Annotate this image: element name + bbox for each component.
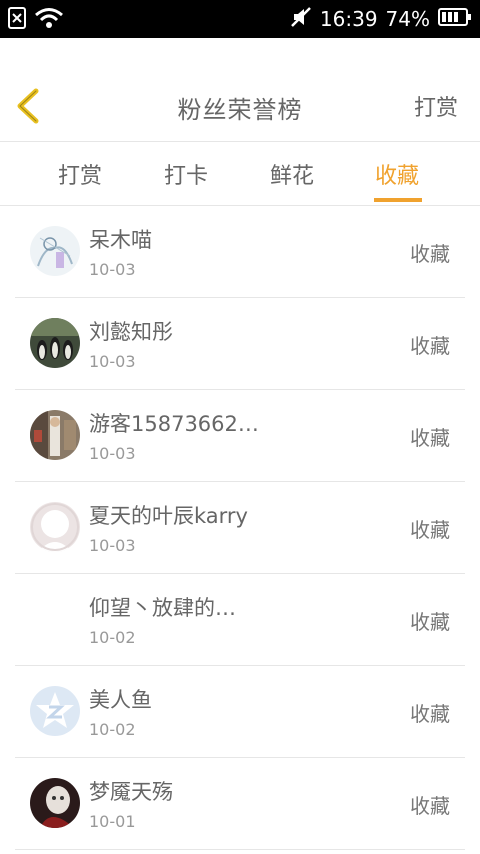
tab-checkin[interactable]: 打卡 <box>164 158 208 190</box>
favorite-label: 收藏 <box>410 610 450 634</box>
tab-favorites[interactable]: 收藏 <box>375 158 419 190</box>
wifi-icon <box>34 7 64 33</box>
favorite-label: 收藏 <box>410 334 450 358</box>
favorite-label: 收藏 <box>410 426 450 450</box>
avatar <box>30 502 80 552</box>
avatar <box>30 318 80 368</box>
list-item[interactable]: 呆木喵 10-03 收藏 <box>15 206 465 298</box>
reward-button[interactable]: 打赏 <box>414 90 458 122</box>
active-tab-indicator <box>374 198 422 202</box>
fan-name: 梦魇天殇 <box>89 780 173 804</box>
title-bar: 粉丝荣誉榜 打赏 <box>0 38 480 142</box>
clock: 16:39 <box>319 7 378 31</box>
tab-reward[interactable]: 打赏 <box>58 158 102 190</box>
status-bar: 16:39 74% <box>0 0 480 38</box>
list-item[interactable]: 刘懿知彤 10-03 收藏 <box>15 298 465 390</box>
fan-date: 10-02 <box>89 720 136 739</box>
fan-date: 10-03 <box>89 260 136 279</box>
fan-date: 10-02 <box>89 628 136 647</box>
mute-icon <box>290 6 312 32</box>
fan-date: 10-03 <box>89 536 136 555</box>
list-item[interactable]: 游客15873662… 10-03 收藏 <box>15 390 465 482</box>
fan-date: 10-01 <box>89 812 136 831</box>
favorite-label: 收藏 <box>410 794 450 818</box>
battery-level: 74% <box>385 7 430 31</box>
avatar <box>30 686 80 736</box>
fan-name: 游客15873662… <box>89 412 259 436</box>
avatar <box>30 226 80 276</box>
sim-x-icon <box>8 7 26 33</box>
fan-name: 夏天的叶辰karry <box>89 504 248 528</box>
tab-flowers[interactable]: 鲜花 <box>270 158 314 190</box>
list-item[interactable]: 夏天的叶辰karry 10-03 收藏 <box>15 482 465 574</box>
battery-icon <box>438 7 472 31</box>
page-title: 粉丝荣誉榜 <box>177 96 303 124</box>
list-item[interactable]: 仰望丶放肆的… 10-02 收藏 <box>15 574 465 666</box>
fan-name: 美人鱼 <box>89 688 152 712</box>
favorite-label: 收藏 <box>410 518 450 542</box>
avatar <box>30 410 80 460</box>
tab-bar: 打赏 打卡 鲜花 收藏 <box>0 142 480 206</box>
list-item[interactable]: 梦魇天殇 10-01 收藏 <box>15 758 465 850</box>
avatar <box>30 778 80 828</box>
fan-name: 呆木喵 <box>89 228 152 252</box>
favorite-label: 收藏 <box>410 702 450 726</box>
list-item[interactable]: 美人鱼 10-02 收藏 <box>15 666 465 758</box>
fan-date: 10-03 <box>89 444 136 463</box>
fan-name: 仰望丶放肆的… <box>89 596 236 620</box>
fan-date: 10-03 <box>89 352 136 371</box>
fan-name: 刘懿知彤 <box>89 320 173 344</box>
favorite-label: 收藏 <box>410 242 450 266</box>
fan-list: 呆木喵 10-03 收藏 刘懿知彤 10-03 收藏 游客15873662… 1… <box>0 206 480 850</box>
